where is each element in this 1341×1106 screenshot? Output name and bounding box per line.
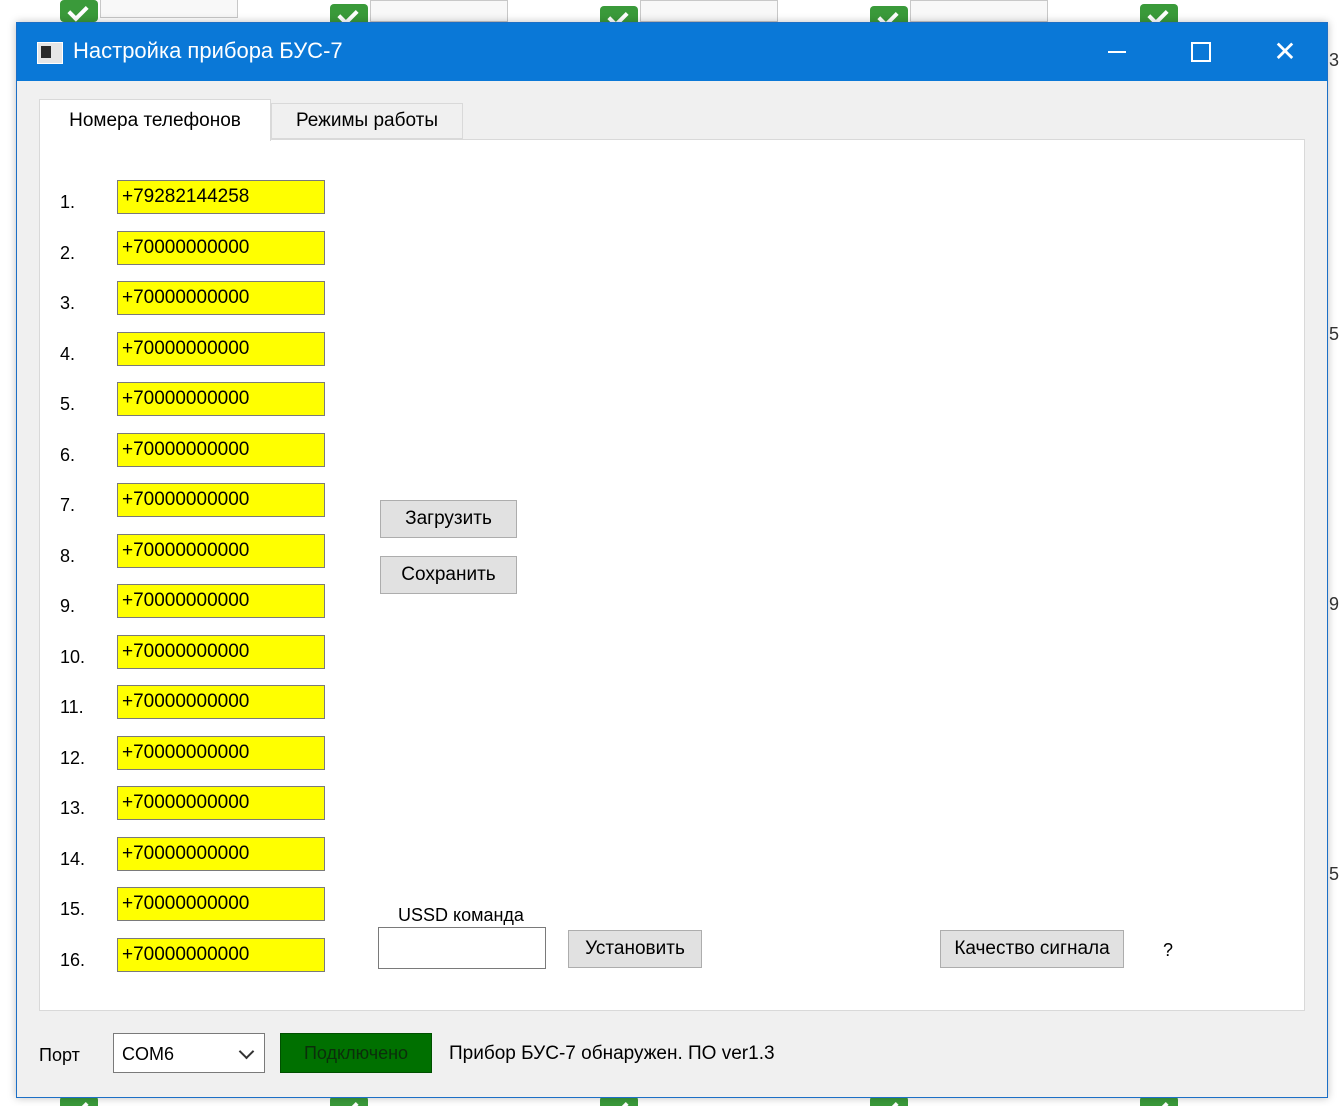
phone-field[interactable] [117,332,325,366]
phone-index-label: 9. [60,596,76,616]
phone-index-label: 14. [60,849,86,869]
port-select[interactable]: COM6 [113,1033,265,1073]
phone-index-label: 6. [60,445,76,465]
background-thumbnail [910,0,1048,22]
ussd-command-input[interactable] [378,927,546,969]
phone-index-label: 4. [60,344,76,364]
background-edge-text: 5 [1328,324,1339,344]
window-title: Настройка прибора БУС-7 [73,38,343,63]
chevron-down-icon [238,1043,255,1060]
tab-operating-modes[interactable]: Режимы работы [271,103,463,139]
signal-quality-value: ? [1163,940,1174,960]
port-select-value: COM6 [122,1044,175,1064]
phone-index-label: 12. [60,748,86,768]
phone-field[interactable] [117,433,325,467]
background-edge-text: 9 [1328,594,1339,614]
save-button[interactable]: Сохранить [380,556,517,594]
maximize-icon [1191,42,1211,62]
phone-field[interactable] [117,887,325,921]
settings-window: Настройка прибора БУС-7 ✕ Номера телефон… [16,22,1328,1098]
phone-index-label: 16. [60,950,86,970]
phone-field[interactable] [117,584,325,618]
phone-index-label: 10. [60,647,86,667]
phone-numbers-panel: 1. 2. 3. 4. 5. 6. 7. 8. [39,139,1305,1011]
status-text: Прибор БУС-7 обнаружен. ПО ver1.3 [449,1043,775,1064]
title-bar[interactable]: Настройка прибора БУС-7 ✕ [17,23,1327,81]
phone-index-label: 2. [60,243,76,263]
phone-index-label: 15. [60,899,86,919]
ussd-label: USSD команда [398,905,524,925]
phone-field[interactable] [117,736,325,770]
phone-field[interactable] [117,938,325,972]
checkmark-icon [60,0,98,22]
phone-field[interactable] [117,231,325,265]
phone-index-label: 1. [60,192,76,212]
app-icon [37,42,63,64]
phone-field[interactable] [117,685,325,719]
close-button[interactable]: ✕ [1243,23,1327,81]
port-label: Порт [39,1045,80,1065]
phone-index-label: 13. [60,798,86,818]
background-thumbnail [370,0,508,22]
signal-quality-button[interactable]: Качество сигнала [940,930,1124,968]
phone-index-label: 8. [60,546,76,566]
phone-field[interactable] [117,635,325,669]
background-edge-text: 3 [1328,50,1339,70]
close-icon: ✕ [1273,36,1297,67]
background-edge-text: 5 [1328,864,1339,884]
phone-field[interactable] [117,180,325,214]
phone-index-label: 11. [60,697,84,717]
phone-field[interactable] [117,534,325,568]
phone-field[interactable] [117,281,325,315]
phone-field[interactable] [117,837,325,871]
set-ussd-button[interactable]: Установить [568,930,702,968]
background-thumbnail [100,0,238,18]
maximize-button[interactable] [1159,23,1243,81]
tab-phone-numbers[interactable]: Номера телефонов [39,99,271,141]
background-thumbnail [640,0,778,22]
minimize-icon [1108,51,1126,53]
connect-button[interactable]: Подключено [280,1033,432,1073]
phone-field[interactable] [117,382,325,416]
phone-index-label: 7. [60,495,76,515]
phone-index-label: 5. [60,394,76,414]
minimize-button[interactable] [1075,23,1159,81]
phone-field[interactable] [117,483,325,517]
phone-field[interactable] [117,786,325,820]
load-button[interactable]: Загрузить [380,500,517,538]
phone-index-label: 3. [60,293,76,313]
